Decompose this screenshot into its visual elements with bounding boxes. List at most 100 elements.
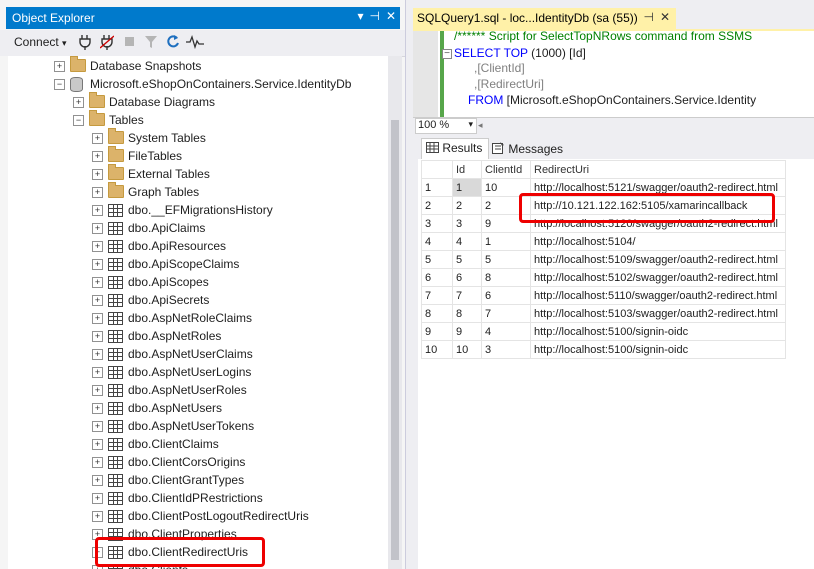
tree-node[interactable]: + dbo.__EFMigrationsHistory <box>8 201 388 219</box>
id-cell[interactable]: 5 <box>452 250 482 269</box>
zoom-dropdown[interactable]: 100 % ▾ <box>415 118 477 134</box>
tree-node[interactable]: + Database Diagrams <box>8 92 388 111</box>
expand-icon[interactable]: + <box>92 493 103 504</box>
row-number-cell[interactable]: 5 <box>421 250 453 269</box>
redirecturi-cell[interactable]: http://localhost:5100/signin-oidc <box>530 322 786 341</box>
tree-node[interactable]: + dbo.ApiScopeClaims <box>8 255 388 273</box>
id-cell[interactable]: 10 <box>452 340 482 359</box>
clientid-cell[interactable]: 6 <box>481 286 531 305</box>
tab-results[interactable]: Results <box>421 138 490 159</box>
expand-icon[interactable]: + <box>92 241 103 252</box>
expand-icon[interactable]: + <box>92 151 103 162</box>
row-number-cell[interactable]: 3 <box>421 214 453 233</box>
row-number-cell[interactable]: 6 <box>421 268 453 287</box>
tree-node[interactable]: + Graph Tables <box>8 182 388 201</box>
expand-icon[interactable]: + <box>92 511 103 522</box>
id-cell[interactable]: 7 <box>452 286 482 305</box>
table-row[interactable]: 10 10 3 http://localhost:5100/signin-oidc <box>421 340 786 359</box>
tab-messages[interactable]: Messages <box>488 140 567 158</box>
collapse-icon[interactable]: − <box>54 79 65 90</box>
expand-icon[interactable]: + <box>92 277 103 288</box>
tree-node[interactable]: + dbo.AspNetRoleClaims <box>8 309 388 327</box>
table-row[interactable]: 4 4 1 http://localhost:5104/ <box>421 232 786 251</box>
tree-node[interactable]: + dbo.AspNetRoles <box>8 327 388 345</box>
query-document-tab[interactable]: SQLQuery1.sql - loc...IdentityDb (sa (55… <box>413 8 676 29</box>
redirecturi-cell[interactable]: http://localhost:5103/swagger/oauth2-red… <box>530 304 786 323</box>
disconnect-plug-icon[interactable] <box>99 34 115 50</box>
tree-node[interactable]: + dbo.ApiResources <box>8 237 388 255</box>
tree-node[interactable]: − Microsoft.eShopOnContainers.Service.Ide… <box>8 75 388 93</box>
row-number-cell[interactable]: 4 <box>421 232 453 251</box>
clientid-cell[interactable]: 8 <box>481 268 531 287</box>
tree-node[interactable]: + dbo.ClientGrantTypes <box>8 471 388 489</box>
table-row[interactable]: 8 8 7 http://localhost:5103/swagger/oauth2-… <box>421 304 786 323</box>
stop-icon[interactable] <box>124 34 136 50</box>
expand-icon[interactable]: + <box>92 313 103 324</box>
tree-node[interactable]: + dbo.ClientCorsOrigins <box>8 453 388 471</box>
redirecturi-cell[interactable]: http://localhost:5110/swagger/oauth2-red… <box>530 286 786 305</box>
expand-icon[interactable]: + <box>92 223 103 234</box>
tree-node[interactable]: + dbo.AspNetUserLogins <box>8 363 388 381</box>
expand-icon[interactable]: + <box>92 259 103 270</box>
tree-node[interactable]: + dbo.ClientIdPRestrictions <box>8 489 388 507</box>
expand-icon[interactable]: + <box>92 133 103 144</box>
id-cell[interactable]: 3 <box>452 214 482 233</box>
row-number-cell[interactable]: 8 <box>421 304 453 323</box>
tree-node[interactable]: + External Tables <box>8 164 388 183</box>
id-cell[interactable]: 4 <box>452 232 482 251</box>
id-cell[interactable]: 8 <box>452 304 482 323</box>
tree-node[interactable]: + dbo.AspNetUserTokens <box>8 417 388 435</box>
table-row[interactable]: 5 5 5 http://localhost:5109/swagger/oauth2-… <box>421 250 786 269</box>
expand-icon[interactable]: + <box>92 385 103 396</box>
scroll-left-icon[interactable]: ◂ <box>478 120 483 131</box>
pin-tab-icon[interactable]: ⊣ <box>644 10 654 24</box>
tree-node[interactable]: + dbo.ClientPostLogoutRedirectUris <box>8 507 388 525</box>
object-explorer-scrollbar-thumb[interactable] <box>391 120 399 560</box>
close-tab-icon[interactable]: ✕ <box>660 10 670 24</box>
tree-node[interactable]: + Database Snapshots <box>8 56 388 75</box>
redirecturi-cell[interactable]: http://localhost:5100/signin-oidc <box>530 340 786 359</box>
redirecturi-cell[interactable]: http://localhost:5104/ <box>530 232 786 251</box>
tree-node[interactable]: − Tables <box>8 110 388 129</box>
expand-icon[interactable]: + <box>92 331 103 342</box>
connect-button[interactable]: Connect ▾ <box>14 35 67 51</box>
expand-icon[interactable]: + <box>92 439 103 450</box>
expand-icon[interactable]: + <box>92 367 103 378</box>
clientid-cell[interactable]: 3 <box>481 340 531 359</box>
expand-icon[interactable]: + <box>92 475 103 486</box>
row-number-cell[interactable]: 9 <box>421 322 453 341</box>
filter-icon[interactable] <box>144 34 158 50</box>
table-row[interactable]: 7 7 6 http://localhost:5110/swagger/oauth2-… <box>421 286 786 305</box>
row-number-cell[interactable]: 2 <box>421 196 453 215</box>
activity-monitor-icon[interactable] <box>186 34 204 50</box>
close-icon[interactable]: ✕ <box>386 9 396 23</box>
row-number-cell[interactable]: 7 <box>421 286 453 305</box>
column-header-clientid[interactable]: ClientId <box>481 160 531 179</box>
tree-node[interactable]: + FileTables <box>8 146 388 165</box>
expand-icon[interactable]: + <box>92 187 103 198</box>
row-number-cell[interactable]: 10 <box>421 340 453 359</box>
auto-hide-pin-icon[interactable]: ⊣ <box>369 9 379 23</box>
table-row[interactable]: 6 6 8 http://localhost:5102/swagger/oauth2-… <box>421 268 786 287</box>
expand-icon[interactable]: + <box>92 457 103 468</box>
redirecturi-cell[interactable]: http://localhost:5102/swagger/oauth2-red… <box>530 268 786 287</box>
column-header-id[interactable]: Id <box>452 160 482 179</box>
id-cell[interactable]: 1 <box>452 178 482 197</box>
window-position-dropdown-icon[interactable]: ▾ <box>357 9 363 23</box>
tree-node[interactable]: + dbo.ClientClaims <box>8 435 388 453</box>
clientid-cell[interactable]: 7 <box>481 304 531 323</box>
collapse-region-icon[interactable]: − <box>442 49 452 59</box>
tree-node[interactable]: + dbo.ApiSecrets <box>8 291 388 309</box>
clientid-cell[interactable]: 5 <box>481 250 531 269</box>
expand-icon[interactable]: + <box>92 169 103 180</box>
row-number-cell[interactable]: 1 <box>421 178 453 197</box>
clientid-cell[interactable]: 1 <box>481 232 531 251</box>
tree-node[interactable]: + dbo.AspNetUserClaims <box>8 345 388 363</box>
expand-icon[interactable]: + <box>92 403 103 414</box>
results-grid[interactable]: Id ClientId RedirectUri 1 1 10 http://local… <box>421 160 786 359</box>
tree-node[interactable]: + dbo.AspNetUserRoles <box>8 381 388 399</box>
refresh-icon[interactable] <box>166 34 180 50</box>
redirecturi-cell[interactable]: http://localhost:5109/swagger/oauth2-red… <box>530 250 786 269</box>
tree-node[interactable]: + dbo.ApiClaims <box>8 219 388 237</box>
tree-node[interactable]: + dbo.ApiScopes <box>8 273 388 291</box>
